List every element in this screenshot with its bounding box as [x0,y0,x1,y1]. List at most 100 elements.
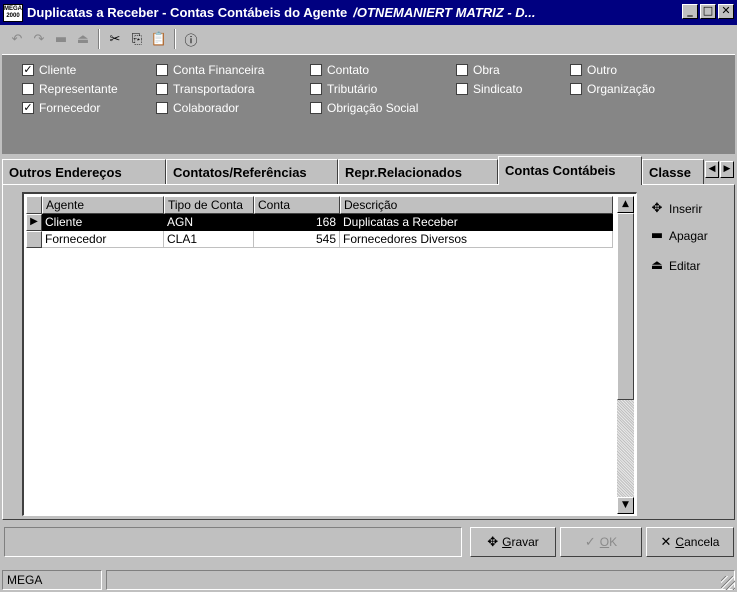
cell-agente[interactable]: Cliente [42,214,164,231]
cell-conta[interactable]: 545 [254,231,340,248]
status-panel [106,570,735,590]
cell-descricao[interactable]: Duplicatas a Receber [340,214,613,231]
checkbox-transportadora[interactable]: Transportadora [156,82,255,96]
checkbox-sindicato[interactable]: Sindicato [456,82,522,96]
message-area [4,527,462,557]
cancel-button-label: Cancela [675,535,720,549]
column-header[interactable]: Conta [254,196,340,214]
edit-icon: ⏏ [650,258,664,273]
checkbox-box [310,83,322,95]
column-header[interactable]: Agente [42,196,164,214]
vertical-scrollbar[interactable]: ▲ ▼ [617,196,634,514]
checkbox-label: Obrigação Social [327,101,419,115]
checkbox-obra[interactable]: Obra [456,63,500,77]
bottom-button-bar: ✥ Gravar ✓ OK ✕ Cancela [2,523,735,561]
cancel-button[interactable]: ✕ Cancela [646,527,734,557]
tab-strip: Classe Contas Contábeis Repr.Relacionados C… [2,156,735,185]
checkbox-contato[interactable]: Contato [310,63,369,77]
window-title-context: /OTNEMANIERT MATRIZ - D... [353,5,536,20]
resize-grip[interactable] [721,576,735,590]
paste-icon[interactable]: 📋 [148,29,170,49]
toolbar: ↶ ↷ ▬ ⏏ ✂ ⎘ 📋 ⓘ [2,27,735,51]
tab-classe[interactable]: Classe [642,159,704,184]
copy-icon[interactable]: ⎘ [126,29,148,49]
checkbox-organizacao[interactable]: Organização [570,82,655,96]
tab-contatos-referencias[interactable]: Contatos/Referências [166,159,338,184]
checkbox-label: Representante [39,82,118,96]
ok-button[interactable]: ✓ OK [560,527,642,557]
checkbox-obrigacao-social[interactable]: Obrigação Social [310,101,418,115]
checkbox-outro[interactable]: Outro [570,63,617,77]
editar-button[interactable]: ⏏ Editar [648,258,701,273]
checkbox-cliente[interactable]: ✓ Cliente [22,63,76,77]
checkbox-label: Transportadora [173,82,255,96]
checkbox-label: Contato [327,63,370,77]
checkmark-icon: ✓ [22,101,34,114]
column-header[interactable]: Tipo de Conta [164,196,254,214]
ok-button-label: OK [599,535,618,549]
info-icon[interactable]: ⓘ [180,29,202,49]
table-row[interactable]: ▶ Cliente AGN 168 Duplicatas a Receber [26,214,613,231]
cell-tipo[interactable]: AGN [164,214,254,231]
checkbox-label: Conta Financeira [173,63,265,77]
status-bar: MEGA [0,566,737,592]
undo-icon[interactable]: ↶ [6,29,28,49]
checkbox-label: Cliente [39,63,77,77]
action-label: Apagar [669,228,708,243]
scroll-up-button[interactable]: ▲ [617,196,634,213]
checkbox-label: Organização [587,82,656,96]
cell-tipo[interactable]: CLA1 [164,231,254,248]
action-label: Inserir [669,201,703,216]
checkbox-conta-financeira[interactable]: Conta Financeira [156,63,264,77]
scroll-thumb[interactable] [617,213,634,400]
save-button[interactable]: ✥ Gravar [470,527,556,557]
toolbar-separator [174,29,176,49]
grid-header-indicator [26,196,42,214]
checkbox-box [570,64,582,76]
cell-agente[interactable]: Fornecedor [42,231,164,248]
action-label: Editar [669,258,701,273]
column-header[interactable]: Descrição [340,196,613,214]
delete-icon[interactable]: ▬ [50,29,72,49]
minus-icon: ▬ [650,228,664,243]
table-row[interactable]: Fornecedor CLA1 545 Fornecedores Diversos [26,231,613,248]
checkbox-colaborador[interactable]: Colaborador [156,101,239,115]
cut-icon[interactable]: ✂ [104,29,126,49]
checkbox-box [156,64,168,76]
eject-icon[interactable]: ⏏ [72,29,94,49]
maximize-button[interactable]: □ [700,4,716,19]
row-indicator [26,231,42,248]
tab-scroll-right-button[interactable]: ▶ [720,161,734,178]
checkbox-fornecedor[interactable]: ✓ Fornecedor [22,101,100,115]
checkbox-box [310,64,322,76]
checkbox-box [156,83,168,95]
minimize-button[interactable]: _ [682,4,698,19]
grid-header: Agente Tipo de Conta Conta Descrição [26,196,613,214]
checkbox-box [22,83,34,95]
app-icon: MEGA 2000 [3,3,23,22]
checkbox-label: Colaborador [173,101,240,115]
tab-outros-enderecos[interactable]: Outros Endereços [2,159,166,184]
cell-descricao[interactable]: Fornecedores Diversos [340,231,613,248]
tab-repr-relacionados[interactable]: Repr.Relacionados [338,159,498,184]
checkbox-box [570,83,582,95]
close-button[interactable]: ✕ [718,4,734,19]
checkmark-icon: ✓ [22,63,34,76]
checkbox-representante[interactable]: Representante [22,82,118,96]
status-company: MEGA [2,570,102,590]
apagar-button[interactable]: ▬ Apagar [648,228,708,243]
tab-scroll-left-button[interactable]: ◀ [705,161,719,178]
checkbox-box [456,83,468,95]
checkbox-box [456,64,468,76]
agent-type-checkbox-group: ✓ Cliente Representante ✓ Fornecedor Conta Fi… [2,54,735,154]
cell-conta[interactable]: 168 [254,214,340,231]
accounts-grid[interactable]: Agente Tipo de Conta Conta Descrição ▶ Clien… [22,192,637,516]
tab-contas-contabeis[interactable]: Contas Contábeis [498,156,642,185]
scroll-down-button[interactable]: ▼ [617,497,634,514]
redo-icon[interactable]: ↷ [28,29,50,49]
cancel-icon: ✕ [660,534,672,550]
inserir-button[interactable]: ✥ Inserir [648,201,703,216]
checkbox-label: Obra [473,63,500,77]
current-row-arrow-icon: ▶ [26,214,42,231]
checkbox-tributario[interactable]: Tributário [310,82,377,96]
